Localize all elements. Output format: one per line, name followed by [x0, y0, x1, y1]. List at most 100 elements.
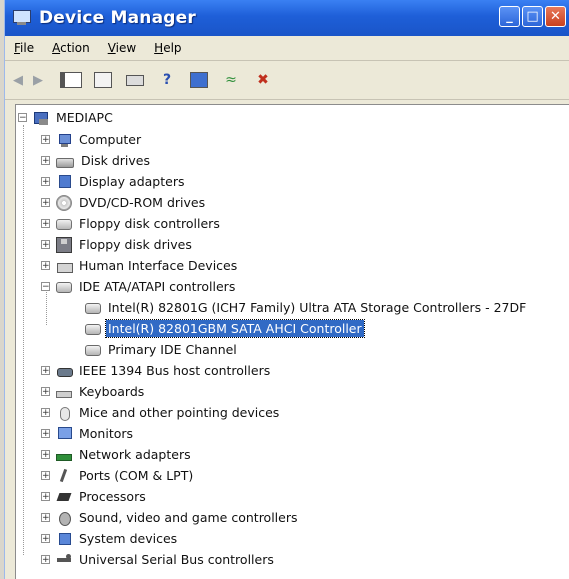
- expand-icon[interactable]: +: [41, 366, 50, 376]
- menu-action[interactable]: Action: [43, 41, 99, 55]
- tree-item-network-adapters[interactable]: + Network adapters: [41, 444, 193, 465]
- processor-icon: [56, 489, 72, 505]
- expand-icon[interactable]: +: [41, 555, 50, 565]
- tree-item-system-devices[interactable]: + System devices: [41, 528, 179, 549]
- tree-item-label: Mice and other pointing devices: [79, 405, 280, 420]
- collapse-icon[interactable]: −: [41, 282, 50, 292]
- menu-file[interactable]: File: [5, 41, 43, 55]
- expand-icon[interactable]: +: [41, 240, 50, 250]
- expand-icon[interactable]: +: [41, 492, 50, 502]
- scan-hardware-icon[interactable]: [187, 69, 211, 91]
- usb-icon: [56, 552, 72, 568]
- floppy-drive-icon: [56, 236, 72, 253]
- show-hide-console-tree-icon[interactable]: [59, 69, 83, 91]
- tree-item-label: Network adapters: [79, 447, 191, 462]
- tree-item-hid[interactable]: + Human Interface Devices: [41, 255, 239, 276]
- floppy-controller-icon: [56, 219, 72, 230]
- tree-item-label: Sound, video and game controllers: [79, 510, 298, 525]
- tree-item-label: IDE ATA/ATAPI controllers: [79, 279, 236, 294]
- sound-icon: [56, 510, 72, 526]
- forward-arrow-icon[interactable]: ▶: [31, 69, 45, 91]
- device-tree[interactable]: − MEDIAPC + Computer + Disk drives + Dis…: [15, 104, 569, 579]
- tree-item-label: DVD/CD-ROM drives: [79, 195, 206, 210]
- tree-item-label: Computer: [79, 132, 142, 147]
- tree-item-disk-drives[interactable]: + Disk drives: [41, 150, 152, 171]
- ieee1394-icon: [56, 363, 73, 379]
- monitor-icon: [56, 426, 72, 442]
- menu-help[interactable]: Help: [145, 41, 190, 55]
- tree-item-label: Floppy disk drives: [79, 237, 192, 252]
- tree-item-keyboards[interactable]: + Keyboards: [41, 381, 146, 402]
- tree-item-ieee1394[interactable]: + IEEE 1394 Bus host controllers: [41, 360, 272, 381]
- tree-item-label: Keyboards: [79, 384, 145, 399]
- ide-controller-icon: [85, 345, 101, 356]
- ports-icon: [56, 468, 72, 484]
- system-devices-icon: [56, 531, 72, 547]
- tree-item-intel-ich7[interactable]: Intel(R) 82801G (ICH7 Family) Ultra ATA …: [85, 297, 528, 318]
- tree-item-label: Disk drives: [81, 153, 150, 168]
- expand-icon[interactable]: +: [41, 261, 50, 271]
- expand-icon[interactable]: +: [41, 177, 50, 187]
- tree-item-floppy-drives[interactable]: + Floppy disk drives: [41, 234, 194, 255]
- dvd-drive-icon: [56, 194, 72, 211]
- collapse-icon[interactable]: −: [18, 113, 27, 123]
- device-manager-icon: [11, 9, 33, 27]
- ide-controller-icon: [85, 303, 101, 314]
- disk-drive-icon: [56, 157, 74, 168]
- minimize-button[interactable]: _: [499, 6, 520, 27]
- tree-item-dvd-drives[interactable]: + DVD/CD-ROM drives: [41, 192, 207, 213]
- print-icon[interactable]: [123, 69, 147, 91]
- expand-icon[interactable]: +: [41, 156, 50, 166]
- uninstall-icon[interactable]: ✖: [251, 69, 275, 91]
- tree-item-ports[interactable]: + Ports (COM & LPT): [41, 465, 195, 486]
- tree-item-processors[interactable]: + Processors: [41, 486, 148, 507]
- window-title: Device Manager: [39, 8, 196, 28]
- title-bar[interactable]: Device Manager _ □ ✕: [5, 0, 569, 36]
- mouse-icon: [56, 405, 72, 421]
- expand-icon[interactable]: +: [41, 471, 50, 481]
- tree-item-sound[interactable]: + Sound, video and game controllers: [41, 507, 300, 528]
- tree-item-primary-ide[interactable]: Primary IDE Channel: [85, 339, 239, 360]
- expand-icon[interactable]: +: [41, 429, 50, 439]
- expand-icon[interactable]: +: [41, 513, 50, 523]
- tree-item-label-selected: Intel(R) 82801GBM SATA AHCI Controller: [105, 319, 365, 338]
- ide-controller-icon: [85, 324, 101, 335]
- tree-item-intel-sata-ahci[interactable]: Intel(R) 82801GBM SATA AHCI Controller: [85, 318, 365, 339]
- expand-icon[interactable]: +: [41, 387, 50, 397]
- close-button[interactable]: ✕: [545, 6, 566, 27]
- menu-bar: File Action View Help: [5, 36, 569, 61]
- expand-icon[interactable]: +: [41, 534, 50, 544]
- tree-item-usb[interactable]: + Universal Serial Bus controllers: [41, 549, 276, 570]
- menu-view[interactable]: View: [99, 41, 145, 55]
- toolbar: ◀ ▶ ? ≈ ✖: [5, 61, 569, 100]
- maximize-button[interactable]: □: [522, 6, 543, 27]
- tree-item-label: Universal Serial Bus controllers: [79, 552, 274, 567]
- tree-root[interactable]: − MEDIAPC: [18, 107, 115, 128]
- hid-icon: [56, 258, 73, 274]
- tree-item-label: Primary IDE Channel: [108, 342, 237, 357]
- tree-item-ide-controllers[interactable]: − IDE ATA/ATAPI controllers: [41, 276, 237, 297]
- help-icon[interactable]: ?: [155, 69, 179, 91]
- tree-item-label: Display adapters: [79, 174, 185, 189]
- update-driver-icon[interactable]: ≈: [219, 69, 243, 91]
- tree-item-floppy-controllers[interactable]: + Floppy disk controllers: [41, 213, 222, 234]
- tree-item-mice[interactable]: + Mice and other pointing devices: [41, 402, 281, 423]
- expand-icon[interactable]: +: [41, 198, 50, 208]
- tree-item-label: Monitors: [79, 426, 134, 441]
- tree-item-label: Floppy disk controllers: [79, 216, 220, 231]
- tree-item-display-adapters[interactable]: + Display adapters: [41, 171, 186, 192]
- properties-icon[interactable]: [91, 69, 115, 91]
- tree-root-label: MEDIAPC: [56, 110, 113, 125]
- device-manager-window: Device Manager _ □ ✕ File Action View He…: [4, 0, 569, 579]
- computer-root-icon: [33, 110, 49, 126]
- tree-item-monitors[interactable]: + Monitors: [41, 423, 135, 444]
- tree-item-computer[interactable]: + Computer: [41, 129, 143, 150]
- expand-icon[interactable]: +: [41, 219, 50, 229]
- computer-icon: [56, 132, 72, 148]
- expand-icon[interactable]: +: [41, 450, 50, 460]
- expand-icon[interactable]: +: [41, 135, 50, 145]
- display-adapter-icon: [56, 174, 72, 190]
- back-arrow-icon[interactable]: ◀: [11, 69, 25, 91]
- expand-icon[interactable]: +: [41, 408, 50, 418]
- network-adapter-icon: [56, 453, 72, 461]
